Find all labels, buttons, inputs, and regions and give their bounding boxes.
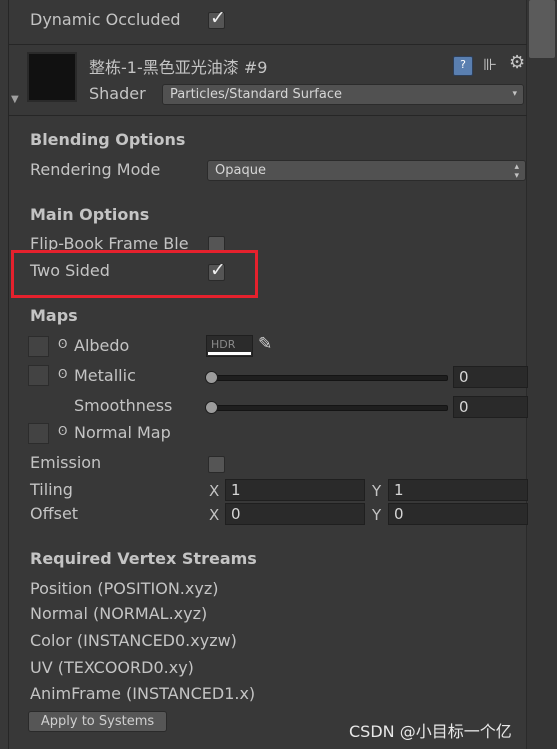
shader-dropdown-value: Particles/Standard Surface <box>170 87 342 102</box>
shader-dropdown[interactable]: Particles/Standard Surface ▾ <box>162 84 524 105</box>
scrollbar[interactable] <box>526 0 557 749</box>
hdr-label: HDR <box>211 338 236 351</box>
foldout-arrow-icon[interactable]: ▼ <box>11 94 19 105</box>
albedo-color-swatch <box>208 352 251 355</box>
tiling-y-field[interactable]: 1 <box>388 479 528 501</box>
vertex-streams-heading: Required Vertex Streams <box>30 549 257 568</box>
dropdown-arrow-icon: ▾ <box>512 89 517 99</box>
divider <box>8 115 527 116</box>
dynamic-occluded-checkbox[interactable]: ✓ <box>208 7 226 29</box>
tiling-y-label: Y <box>372 482 382 500</box>
smoothness-slider-thumb[interactable] <box>205 401 218 414</box>
tiling-x-label: X <box>209 482 220 500</box>
offset-y-label: Y <box>372 506 382 524</box>
emission-checkbox[interactable] <box>208 456 225 473</box>
offset-label: Offset <box>30 504 79 523</box>
blending-options-heading: Blending Options <box>30 130 186 149</box>
albedo-label: Albedo <box>74 336 130 355</box>
rendering-mode-value: Opaque <box>215 163 266 178</box>
albedo-texture-slot[interactable] <box>28 336 49 357</box>
normal-map-texture-slot[interactable] <box>28 423 49 444</box>
offset-x-field[interactable]: 0 <box>225 503 365 525</box>
help-book-icon[interactable]: ? <box>453 56 473 76</box>
highlight-annotation-box <box>11 250 258 298</box>
emission-label: Emission <box>30 453 102 472</box>
vertex-stream-item: Color (INSTANCED0.xyzw) <box>30 631 237 650</box>
updown-arrow-icon: ▴ ▾ <box>514 162 519 181</box>
object-picker-icon[interactable]: ʘ <box>58 367 67 381</box>
object-picker-icon[interactable]: ʘ <box>58 424 67 438</box>
material-name: 整栋-1-黑色亚光油漆 #9 <box>89 58 268 77</box>
rendering-mode-dropdown[interactable]: Opaque ▴ ▾ <box>207 160 526 181</box>
rendering-mode-label: Rendering Mode <box>30 160 161 179</box>
object-picker-icon[interactable]: ʘ <box>58 337 67 351</box>
metallic-value-field[interactable]: 0 <box>453 366 528 388</box>
vertex-stream-item: Normal (NORMAL.xyz) <box>30 604 208 623</box>
gear-icon[interactable]: ⚙ <box>509 52 525 73</box>
shader-label: Shader <box>89 84 146 103</box>
preset-sliders-icon[interactable]: ⊪ <box>483 55 497 74</box>
metallic-slider-thumb[interactable] <box>205 371 218 384</box>
albedo-color-field[interactable]: HDR <box>206 335 253 357</box>
vertex-stream-item: AnimFrame (INSTANCED1.x) <box>30 684 256 703</box>
scrollbar-thumb[interactable] <box>529 0 555 58</box>
checkmark-icon: ✓ <box>210 7 226 29</box>
vertex-stream-item: UV (TEXCOORD0.xy) <box>30 658 194 677</box>
metallic-slider-track[interactable] <box>208 375 448 381</box>
divider <box>8 44 527 45</box>
normal-map-label: Normal Map <box>74 423 171 442</box>
watermark: CSDN @小目标一个亿 <box>349 722 512 741</box>
main-options-heading: Main Options <box>30 205 150 224</box>
tiling-label: Tiling <box>30 480 73 499</box>
metallic-texture-slot[interactable] <box>28 365 49 386</box>
smoothness-label: Smoothness <box>74 396 173 415</box>
smoothness-value-field[interactable]: 0 <box>453 396 528 418</box>
left-edge <box>8 0 9 749</box>
tiling-x-field[interactable]: 1 <box>225 479 365 501</box>
offset-y-field[interactable]: 0 <box>388 503 528 525</box>
vertex-stream-item: Position (POSITION.xyz) <box>30 579 219 598</box>
smoothness-slider-track[interactable] <box>208 405 448 411</box>
eyedropper-icon[interactable]: ✎ <box>258 334 272 354</box>
maps-heading: Maps <box>30 306 78 325</box>
dynamic-occluded-label: Dynamic Occluded <box>30 10 181 29</box>
metallic-label: Metallic <box>74 366 136 385</box>
offset-x-label: X <box>209 506 220 524</box>
apply-to-systems-button[interactable]: Apply to Systems <box>28 711 167 732</box>
material-preview-thumbnail[interactable] <box>27 52 77 102</box>
